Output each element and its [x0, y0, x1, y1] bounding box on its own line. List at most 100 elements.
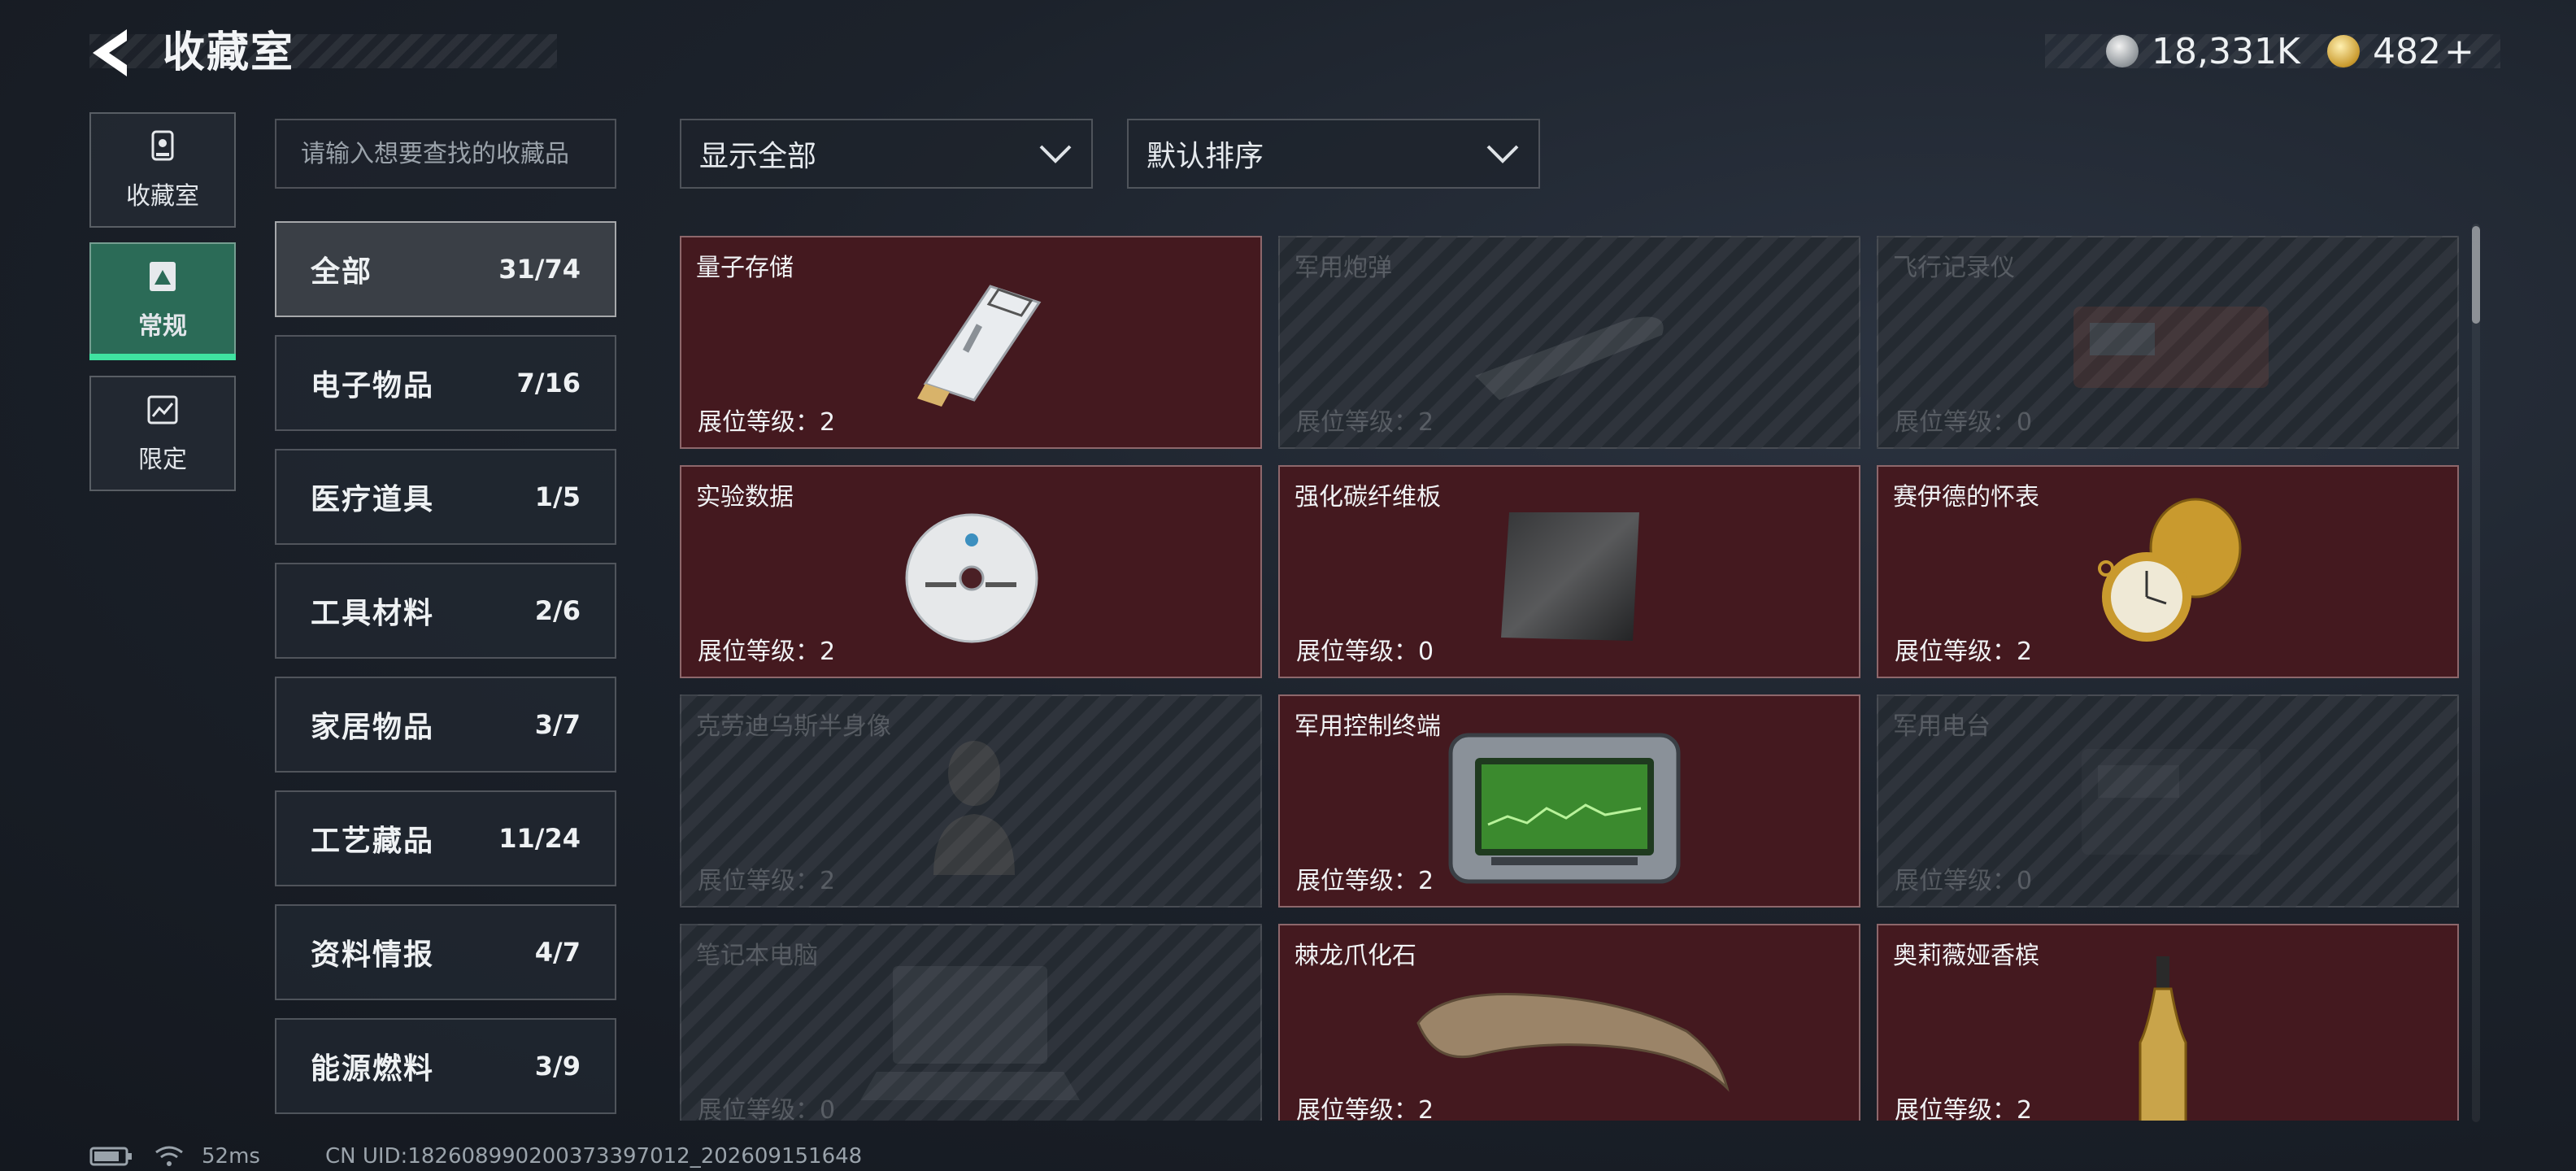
- uid-text: CN UID:18260899020037339701​2_2026091516…: [324, 1144, 863, 1169]
- item-name: 军用电台: [1893, 712, 1991, 741]
- back-button[interactable]: [88, 24, 137, 81]
- search-box[interactable]: [275, 119, 616, 189]
- category-tools[interactable]: 工具材料 2/6: [275, 563, 616, 659]
- collection-item-card[interactable]: 军用电台 展位等级：0: [1877, 694, 2459, 908]
- item-name: 强化碳纤维板: [1295, 483, 1441, 511]
- recorder-icon: [2073, 307, 2269, 388]
- category-label: 工艺藏品: [311, 825, 435, 858]
- special-photo-icon: [147, 395, 178, 424]
- title-bar-backdrop: [89, 34, 557, 68]
- category-count: 1/5: [534, 481, 581, 512]
- grid-scrollbar-thumb[interactable]: [2472, 226, 2480, 324]
- item-level: 展位等级：2: [698, 867, 836, 895]
- category-label: 资料情报: [311, 938, 435, 972]
- item-level: 展位等级：2: [698, 638, 836, 666]
- item-level: 展位等级：2: [1895, 638, 2033, 666]
- sort-dropdown[interactable]: 默认排序: [1127, 119, 1540, 189]
- laptop-icon: [860, 966, 1080, 1100]
- item-level: 展位等级：0: [1895, 867, 2033, 895]
- show-filter-dropdown[interactable]: 显示全部: [680, 119, 1093, 189]
- terminal-icon: [1448, 733, 1681, 884]
- item-level: 展位等级：2: [1296, 1096, 1434, 1121]
- usb-drive-icon: [917, 285, 1042, 407]
- category-label: 医疗道具: [311, 483, 435, 516]
- wifi-icon: [155, 1146, 183, 1166]
- chevron-down-icon: [1486, 145, 1519, 163]
- rail-tab-collection[interactable]: 收藏室: [89, 112, 236, 228]
- category-all[interactable]: 全部 31/74: [275, 221, 616, 317]
- ping-text: 52ms: [202, 1144, 260, 1169]
- category-count: 7/16: [516, 368, 581, 398]
- rail-tab-limited[interactable]: 限定: [89, 376, 236, 491]
- gold-amount: 482: [2373, 30, 2441, 72]
- category-electronics[interactable]: 电子物品 7/16: [275, 335, 616, 431]
- collection-grid: 量子存储 展位等级：2 军用炮弹 展位等级：2 飞行记录仪 展位等级：0 实验数…: [680, 236, 2461, 1121]
- collection-item-card[interactable]: 飞行记录仪 展位等级：0: [1877, 236, 2459, 449]
- radio-icon: [2082, 749, 2261, 855]
- pocket-watch-icon: [2098, 498, 2242, 642]
- rail-tab-label: 限定: [138, 446, 187, 474]
- category-label: 家居物品: [311, 711, 435, 744]
- item-name: 飞行记录仪: [1893, 254, 2015, 282]
- item-level: 展位等级：2: [1296, 867, 1434, 895]
- item-level: 展位等级：0: [1895, 408, 2033, 437]
- item-level: 展位等级：0: [698, 1096, 836, 1121]
- category-crafts[interactable]: 工艺藏品 11/24: [275, 790, 616, 886]
- collection-item-card[interactable]: 强化碳纤维板 展位等级：0: [1278, 465, 1860, 678]
- gold-coin-icon: [2327, 35, 2360, 67]
- category-count: 3/7: [534, 709, 581, 740]
- item-level: 展位等级：2: [1895, 1096, 2033, 1121]
- collection-item-card[interactable]: 笔记本电脑 展位等级：0: [680, 924, 1262, 1121]
- category-intel[interactable]: 资料情报 4/7: [275, 904, 616, 1000]
- claw-icon: [1416, 992, 1730, 1092]
- rail-tab-label: 收藏室: [126, 182, 199, 211]
- carbon-plate-icon: [1501, 512, 1639, 641]
- gold-add-icon[interactable]: +: [2444, 31, 2474, 72]
- item-name: 棘龙爪化石: [1295, 942, 1416, 970]
- search-input[interactable]: [276, 120, 615, 187]
- back-arrow-icon: [93, 29, 127, 76]
- item-name: 赛伊德的怀表: [1893, 483, 2039, 511]
- disc-icon: [905, 513, 1038, 643]
- category-label: 工具材料: [311, 597, 435, 630]
- collection-item-card[interactable]: 实验数据 展位等级：2: [680, 465, 1262, 678]
- shell-icon: [1475, 316, 1664, 400]
- grid-scrollbar-track[interactable]: [2472, 224, 2480, 1122]
- collection-item-card[interactable]: 克劳迪乌斯半身像 展位等级：2: [680, 694, 1262, 908]
- collection-item-card[interactable]: 棘龙爪化石 展位等级：2: [1278, 924, 1860, 1121]
- item-name: 奥莉薇娅香槟: [1893, 942, 2039, 970]
- photo-icon: [150, 262, 176, 291]
- trophy-icon: [151, 130, 174, 161]
- item-name: 实验数据: [696, 483, 794, 511]
- silver-amount: 18,331K: [2152, 30, 2300, 72]
- category-energy[interactable]: 能源燃料 3/9: [275, 1018, 616, 1114]
- chevron-down-icon: [1039, 145, 1072, 163]
- status-bar: 52ms CN UID:18260899020037339701​2_20260…: [89, 1143, 862, 1170]
- rail-tab-regular[interactable]: 常规: [89, 242, 236, 358]
- gold-currency[interactable]: 482 +: [2327, 24, 2474, 78]
- item-level: 展位等级：2: [698, 408, 836, 437]
- show-filter-value: 显示全部: [699, 140, 817, 173]
- silver-coin-icon: [2106, 35, 2139, 67]
- category-label: 能源燃料: [311, 1052, 435, 1086]
- collection-item-card[interactable]: 军用炮弹 展位等级：2: [1278, 236, 1860, 449]
- category-label: 电子物品: [311, 369, 435, 403]
- battery-icon: [89, 1147, 132, 1166]
- item-name: 克劳迪乌斯半身像: [696, 712, 891, 741]
- category-medical[interactable]: 医疗道具 1/5: [275, 449, 616, 545]
- item-name: 笔记本电脑: [696, 942, 818, 970]
- category-count: 2/6: [534, 595, 581, 626]
- item-level: 展位等级：0: [1296, 638, 1434, 666]
- sort-value: 默认排序: [1147, 140, 1264, 173]
- bust-icon: [933, 741, 1015, 875]
- collection-item-card[interactable]: 军用控制终端 展位等级：2: [1278, 694, 1860, 908]
- active-tab-indicator: [89, 354, 236, 360]
- item-name: 量子存储: [696, 254, 794, 282]
- collection-item-card[interactable]: 奥莉薇娅香槟 展位等级：2: [1877, 924, 2459, 1121]
- category-household[interactable]: 家居物品 3/7: [275, 677, 616, 773]
- category-label: 全部: [311, 255, 373, 289]
- category-count: 3/9: [534, 1051, 581, 1082]
- collection-item-card[interactable]: 量子存储 展位等级：2: [680, 236, 1262, 449]
- collection-item-card[interactable]: 赛伊德的怀表 展位等级：2: [1877, 465, 2459, 678]
- item-level: 展位等级：2: [1296, 408, 1434, 437]
